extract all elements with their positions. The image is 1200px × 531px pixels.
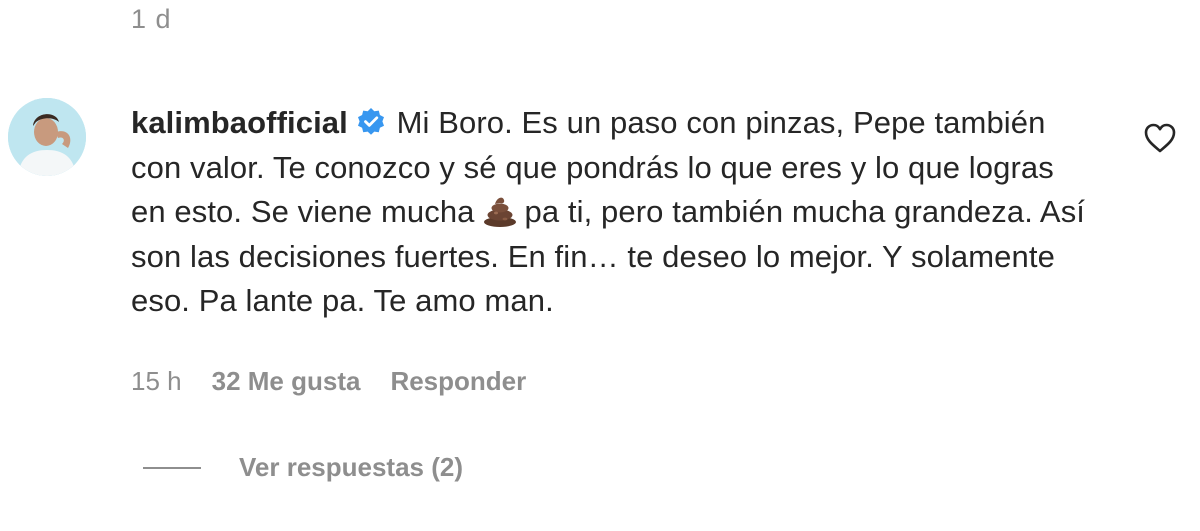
view-replies-label: Ver respuestas (2) (239, 452, 464, 482)
heart-outline-icon[interactable] (1143, 122, 1177, 154)
comment-body: kalimbaofficial Mi Boro. Es un paso con … (131, 101, 1091, 324)
avatar-photo-icon (8, 98, 86, 176)
verified-badge-icon (357, 108, 384, 135)
pile-of-poo-emoji-icon (483, 197, 516, 227)
previous-comment-time: 1 d (131, 4, 172, 34)
avatar[interactable] (8, 98, 86, 176)
comment-username[interactable]: kalimbaofficial (131, 105, 348, 140)
reply-button[interactable]: Responder (390, 366, 526, 397)
view-replies-button[interactable]: Ver respuestas (2) (143, 452, 463, 483)
divider-line (143, 466, 201, 469)
comment-meta: 15 h 32 Me gusta Responder (131, 366, 526, 397)
comment-time: 15 h (131, 366, 182, 396)
likes-count[interactable]: 32 Me gusta (212, 366, 361, 397)
